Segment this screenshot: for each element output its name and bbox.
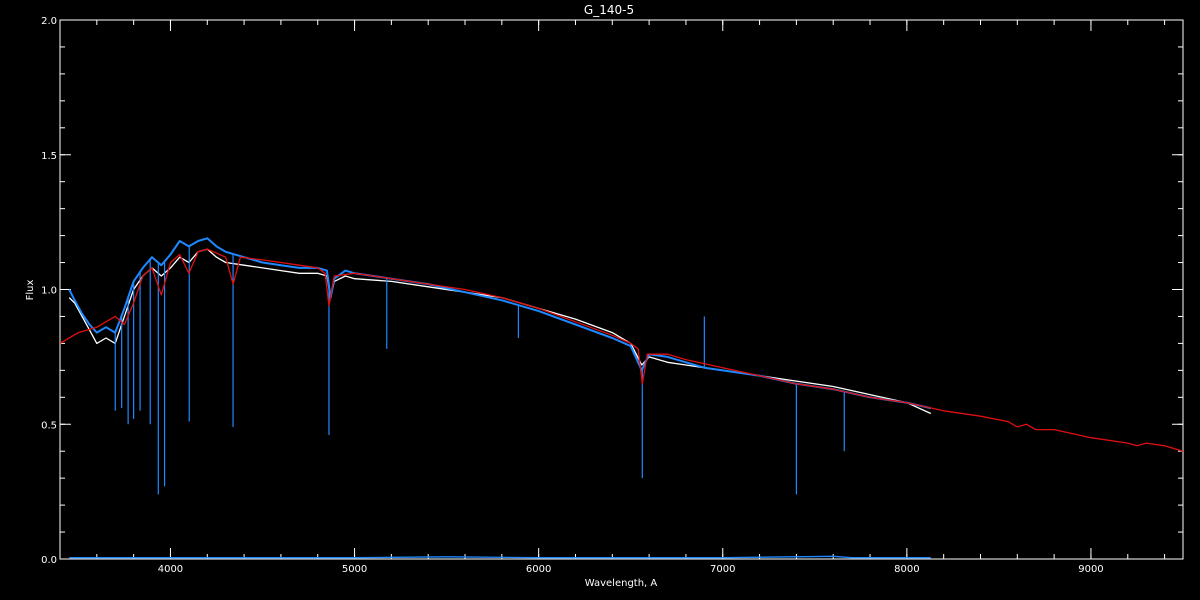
x-tick-label: 5000	[342, 564, 367, 575]
y-tick-label: 1.5	[41, 151, 57, 162]
plot-frame	[59, 19, 1184, 560]
y-tick-label: 2.0	[41, 16, 57, 27]
y-tick-label: 1.0	[41, 286, 57, 297]
axis-ticks: 4000 5000 6000 7000 8000 9000 0.0 0.5 1.0 1.5 2.0	[41, 16, 1183, 575]
series-line	[60, 248, 1183, 452]
x-tick-label: 4000	[158, 564, 183, 575]
x-tick-label: 7000	[710, 564, 735, 575]
y-tick-label: 0.5	[41, 420, 57, 431]
y-tick-label: 0.0	[41, 555, 57, 566]
x-tick-label: 9000	[1078, 564, 1103, 575]
x-axis-title: Wavelength, A	[585, 578, 658, 589]
spectrum-chart: G_140-5 4000 5000 6000 7000 8000 9000 0.0 0.5 1.…	[25, 3, 1184, 589]
series-layer	[60, 237, 1183, 559]
series-line	[68, 248, 932, 415]
x-tick-label: 6000	[526, 564, 551, 575]
chart-title: G_140-5	[584, 3, 634, 17]
y-axis-title: Flux	[25, 280, 36, 301]
series-line	[68, 237, 932, 410]
x-tick-label: 8000	[894, 564, 919, 575]
series-line	[69, 555, 931, 559]
